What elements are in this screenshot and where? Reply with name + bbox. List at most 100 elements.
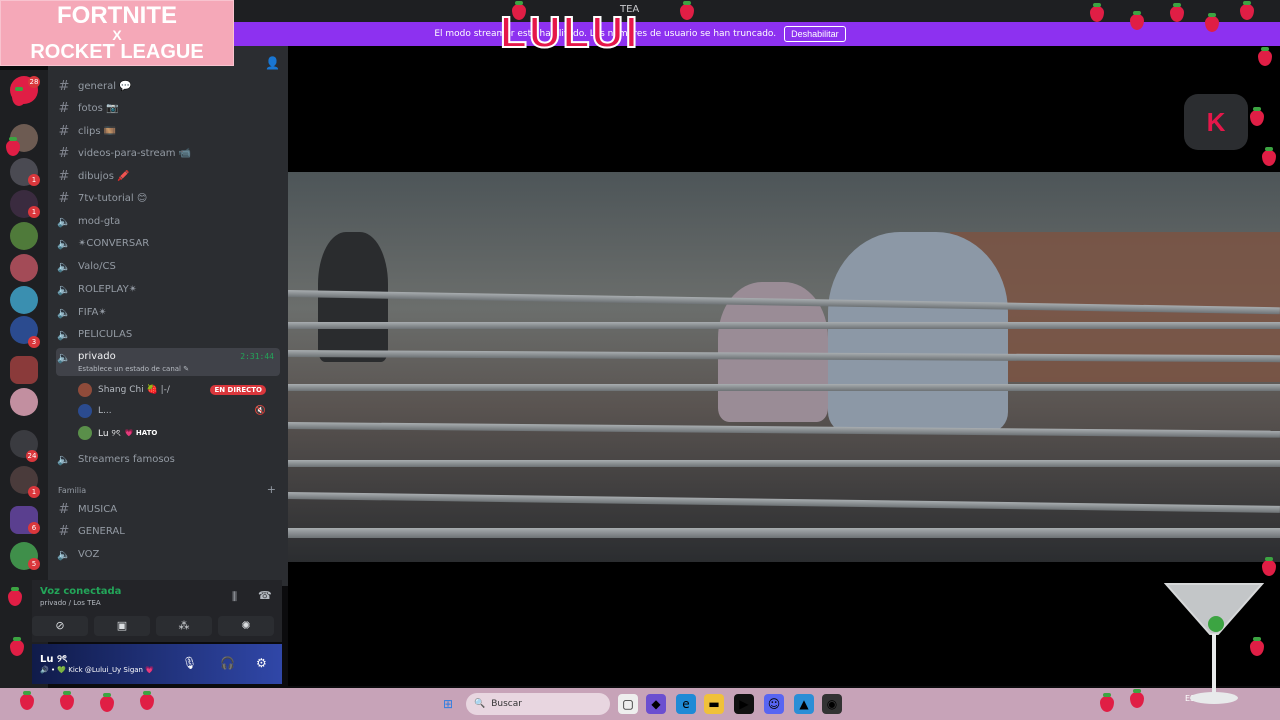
speaker-icon: 🔈: [57, 452, 71, 466]
speaker-icon: 🔈: [57, 282, 71, 296]
camera-off-button[interactable]: ⊘: [32, 616, 88, 636]
channel-list: 👤 # general 💬 # fotos 📷 # clips 🎞️ # videos-…: [48, 46, 288, 586]
start-icon[interactable]: ⊞: [438, 694, 458, 714]
stream-video[interactable]: [288, 172, 1280, 562]
text-channel-icon: #: [58, 501, 70, 517]
add-member-icon[interactable]: 👤: [265, 56, 280, 70]
category-familia[interactable]: Familia: [58, 486, 86, 495]
text-channel-icon: #: [58, 100, 70, 116]
channel-peliculas[interactable]: 🔈 PELICULAS: [56, 324, 280, 344]
promo-line-2: X: [112, 27, 122, 43]
screen-share-button[interactable]: ▣: [94, 616, 150, 636]
channel-label: MUSICA: [78, 503, 118, 515]
channel-musica[interactable]: # MUSICA: [56, 499, 280, 519]
disable-streamer-mode-button[interactable]: Deshabilitar: [784, 26, 846, 42]
channel-label: mod-gta: [78, 215, 121, 227]
channel-voz[interactable]: 🔈 VOZ: [56, 544, 280, 564]
disconnect-icon[interactable]: ☎: [258, 589, 272, 602]
text-channel-icon: #: [58, 123, 70, 139]
channel-dibujos[interactable]: # dibujos 🖍️: [56, 166, 280, 186]
channel-7tv-tutorial[interactable]: #7tv-tutorial 😊: [56, 188, 280, 208]
search-icon: 🔍: [474, 699, 486, 709]
video-figure: [828, 232, 1008, 432]
avatar: [78, 426, 92, 440]
activities-button[interactable]: ⁂: [156, 616, 212, 636]
channel-conversar[interactable]: 🔈 ✴CONVERSAR: [56, 233, 280, 253]
server-icon[interactable]: [10, 286, 38, 314]
channel-valo-cs[interactable]: 🔈 Valo/CS: [56, 256, 280, 276]
server-icon[interactable]: [10, 222, 38, 250]
obs-icon[interactable]: ◉: [822, 694, 842, 714]
channel-clips[interactable]: # clips 🎞️: [56, 121, 280, 141]
channel-general-familia[interactable]: # GENERAL: [56, 521, 280, 541]
promo-line-1: FORTNITE: [57, 2, 177, 29]
speaker-icon: 🔈: [57, 305, 71, 319]
task-view-icon[interactable]: ▢: [618, 694, 638, 714]
screen: TEA El modo streamer está habilitado. Lo…: [0, 0, 1280, 720]
call-timer: 2:31:44: [240, 352, 274, 361]
channel-roleplay[interactable]: 🔈 ROLEPLAY✴: [56, 279, 280, 299]
channel-status[interactable]: Establece un estado de canal ✎: [78, 365, 189, 373]
photos-icon[interactable]: ▲: [794, 694, 814, 714]
voice-user[interactable]: L... 🔇: [78, 401, 278, 421]
soundboard-button[interactable]: ✺: [218, 616, 274, 636]
channel-label: clips 🎞️: [78, 125, 117, 137]
channel-label: dibujos 🖍️: [78, 170, 130, 182]
channel-label: Streamers famosos: [78, 453, 175, 465]
notification-badge: 24: [26, 450, 38, 462]
microphone-icon[interactable]: 🎙: [182, 656, 197, 670]
user-name: Lu ୨ৎ: [98, 428, 121, 439]
user-panel: Lu ୨ৎ 🔊 • 💚 Kick @Lului_Uy Sigan 💗 🎙 🎧 ⚙: [32, 644, 282, 684]
voice-activity-icon[interactable]: ⫼: [232, 590, 237, 604]
channel-label: FIFA✴: [78, 306, 107, 318]
channel-label: VOZ: [78, 548, 100, 560]
window-blind: [288, 492, 1280, 513]
live-badge: EN DIRECTO: [210, 385, 266, 395]
window-blind: [288, 422, 1280, 438]
speaker-icon: 🔈: [57, 327, 71, 341]
speaker-icon: 🔈: [57, 547, 71, 561]
server-icon[interactable]: [10, 254, 38, 282]
folder-icon[interactable]: ▬: [704, 694, 724, 714]
add-channel-icon[interactable]: +: [267, 483, 276, 496]
server-icon[interactable]: [10, 356, 38, 384]
app-icon[interactable]: ◆: [646, 694, 666, 714]
text-channel-icon: #: [58, 78, 70, 94]
channel-label: GENERAL: [78, 525, 125, 537]
channel-label: videos-para-stream 📹: [78, 147, 192, 159]
channel-label: 7tv-tutorial 😊: [78, 192, 148, 204]
voice-user[interactable]: Lu ୨ৎ 💗 HATO: [78, 423, 278, 443]
channel-label: ✴CONVERSAR: [78, 237, 150, 249]
channel-label: ROLEPLAY✴: [78, 283, 138, 295]
terminal-icon[interactable]: ▶: [734, 694, 754, 714]
taskbar-search[interactable]: 🔍 Buscar: [466, 693, 610, 715]
channel-privado[interactable]: 🔈 privado 2:31:44 Establece un estado de…: [56, 348, 280, 376]
voice-user[interactable]: Shang Chi 🍓 |-/ EN DIRECTO: [78, 380, 278, 400]
channel-videos-para-stream[interactable]: # videos-para-stream 📹: [56, 143, 280, 163]
channel-fotos[interactable]: # fotos 📷: [56, 98, 280, 118]
user-name: Shang Chi 🍓 |-/: [98, 385, 170, 395]
voice-connection-panel: Voz conectada privado / Los TEA ⫼ ☎ ⊘ ▣ …: [32, 580, 282, 642]
gear-icon[interactable]: ⚙: [256, 656, 267, 670]
user-name: L...: [98, 406, 112, 416]
channel-mod-gta[interactable]: 🔈 mod-gta: [56, 211, 280, 231]
channel-label: Valo/CS: [78, 260, 116, 272]
channel-label: fotos 📷: [78, 102, 119, 114]
muted-icon: 🔇: [254, 406, 266, 416]
channel-fifa[interactable]: 🔈 FIFA✴: [56, 302, 280, 322]
avatar: [78, 383, 92, 397]
channel-streamers-famosos[interactable]: 🔈 Streamers famosos: [56, 449, 280, 469]
window-blind: [288, 384, 1280, 391]
window-blind: [288, 460, 1280, 467]
discord-icon[interactable]: ☺: [764, 694, 784, 714]
text-channel-icon: #: [58, 190, 70, 206]
channel-label: privado: [78, 351, 116, 362]
notification-badge: 1: [28, 206, 40, 218]
channel-general[interactable]: # general 💬: [56, 76, 280, 96]
notification-badge: 1: [28, 486, 40, 498]
server-icon[interactable]: [10, 388, 38, 416]
voice-location[interactable]: privado / Los TEA: [40, 599, 101, 607]
headphones-icon[interactable]: 🎧: [220, 656, 235, 670]
speaker-icon: 🔈: [57, 351, 71, 364]
edge-icon[interactable]: e: [676, 694, 696, 714]
